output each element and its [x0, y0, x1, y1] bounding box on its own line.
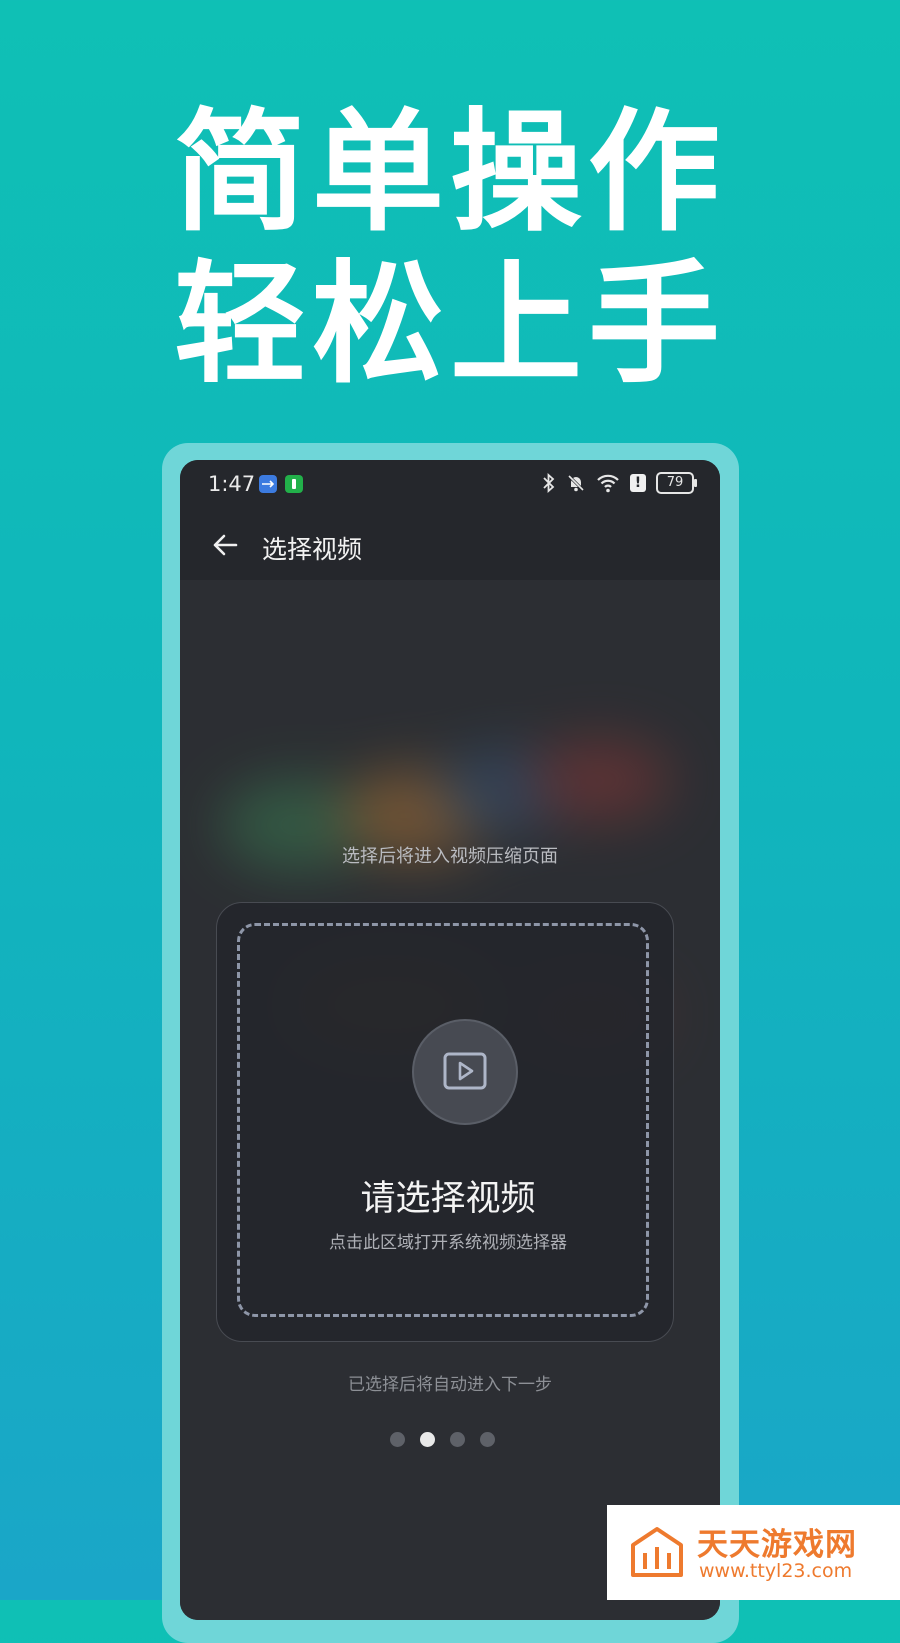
picker-subtitle: 点击此区域打开系统视频选择器	[329, 1233, 567, 1253]
status-bar: 1:47 ! 79	[180, 460, 720, 510]
alert-icon: !	[630, 474, 646, 492]
status-icons: ! 79	[542, 472, 697, 494]
bluetooth-icon	[543, 473, 555, 493]
page-dot[interactable]	[390, 1432, 405, 1447]
status-time: 1:47	[208, 472, 256, 496]
promo-title-line1: 简单操作	[174, 96, 726, 250]
page-dot-active[interactable]	[420, 1432, 435, 1447]
page-dot[interactable]	[480, 1432, 495, 1447]
video-picker-card[interactable]: 请选择视频 点击此区域打开系统视频选择器	[216, 902, 674, 1342]
watermark-title: 天天游戏网	[697, 1527, 857, 1563]
phone-screen: 1:47 ! 79 选择视频 选择后将进入视频压缩页面 请选择视频 点击此区域打…	[180, 460, 720, 1620]
wifi-icon	[597, 474, 619, 493]
watermark: 天天游戏网 www.ttyl23.com	[607, 1505, 900, 1600]
hint-top: 选择后将进入视频压缩页面	[342, 846, 558, 867]
video-drop-area[interactable]: 请选择视频 点击此区域打开系统视频选择器	[237, 923, 649, 1317]
battery-notification-icon	[285, 475, 303, 493]
usb-icon	[259, 475, 277, 493]
bell-off-icon	[567, 474, 585, 492]
page-dot[interactable]	[450, 1432, 465, 1447]
battery-icon: 79	[656, 472, 697, 494]
picker-title: 请选择视频	[360, 1179, 536, 1219]
page-indicator	[390, 1432, 510, 1448]
app-bar: 选择视频	[180, 510, 720, 580]
video-icon-button[interactable]	[412, 1019, 518, 1125]
content-area: 选择后将进入视频压缩页面 请选择视频 点击此区域打开系统视频选择器 已选择后将自…	[180, 580, 720, 1620]
hint-bottom: 已选择后将自动进入下一步	[348, 1375, 552, 1395]
page-title: 选择视频	[262, 535, 363, 564]
house-logo-icon	[631, 1527, 683, 1577]
video-play-icon	[443, 1052, 487, 1090]
arrow-left-icon[interactable]	[208, 528, 242, 562]
watermark-url: www.ttyl23.com	[699, 1560, 853, 1582]
promo-title-line2: 轻松上手	[174, 248, 726, 402]
